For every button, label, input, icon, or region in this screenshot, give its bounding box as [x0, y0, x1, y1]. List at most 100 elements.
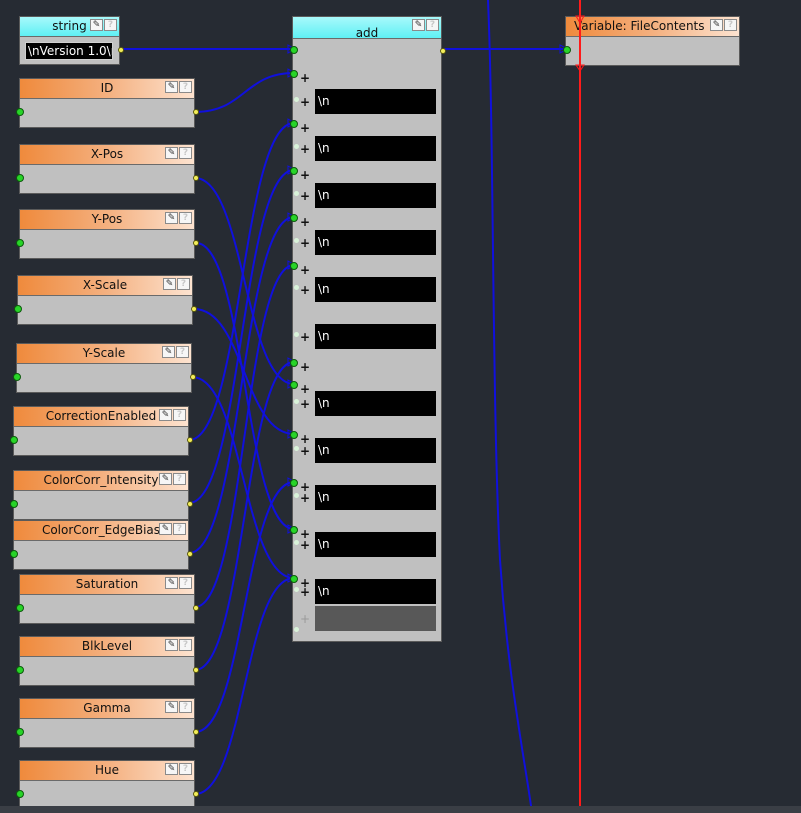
pencil-edit-icon[interactable]: ✎	[412, 19, 425, 31]
param-output-port[interactable]	[193, 240, 199, 246]
add-string-field[interactable]: \n	[315, 438, 436, 463]
param-input-port[interactable]	[16, 604, 24, 612]
param-node-saturation[interactable]: Saturation ✎?	[16, 574, 199, 624]
add-string-field[interactable]: \n	[315, 277, 436, 302]
pencil-edit-icon[interactable]: ✎	[159, 409, 172, 421]
param-node-header[interactable]: Y-Scale ✎?	[17, 344, 191, 364]
add-string-field[interactable]: \n	[315, 391, 436, 416]
param-output-port[interactable]	[193, 605, 199, 611]
help-icon[interactable]: ?	[173, 523, 186, 535]
pencil-edit-icon[interactable]: ✎	[162, 346, 175, 358]
add-string-field[interactable]: \n	[315, 324, 436, 349]
param-node-correction-enabled[interactable]: CorrectionEnabled ✎?	[10, 406, 193, 456]
param-input-port[interactable]	[16, 728, 24, 736]
add-input-port[interactable]	[290, 359, 298, 367]
param-node-header[interactable]: X-Scale ✎?	[18, 276, 192, 296]
help-icon[interactable]: ?	[179, 212, 192, 224]
pencil-edit-icon[interactable]: ✎	[159, 473, 172, 485]
variable-filecontents-node[interactable]: Variable: FileContents ✎ ?	[563, 16, 740, 66]
add-input-port[interactable]	[290, 479, 298, 487]
param-node-header[interactable]: BlkLevel ✎?	[20, 637, 194, 657]
param-output-port[interactable]	[193, 791, 199, 797]
pencil-edit-icon[interactable]: ✎	[165, 763, 178, 775]
param-input-port[interactable]	[16, 666, 24, 674]
param-node-header[interactable]: CorrectionEnabled ✎?	[14, 407, 188, 427]
param-node-hue[interactable]: Hue ✎?	[16, 760, 199, 810]
param-output-port[interactable]	[187, 551, 193, 557]
help-icon[interactable]: ?	[179, 81, 192, 93]
add-string-field[interactable]: \n	[315, 230, 436, 255]
variable-node-header[interactable]: Variable: FileContents ✎ ?	[566, 17, 739, 37]
add-node[interactable]: add ✎ ? + + + + + + + + + + + \n + \n + \n + \n + \n + \n + \n +…	[290, 16, 446, 642]
param-output-port[interactable]	[193, 175, 199, 181]
help-icon[interactable]: ?	[179, 763, 192, 775]
help-icon[interactable]: ?	[179, 639, 192, 651]
param-input-port[interactable]	[16, 174, 24, 182]
help-icon[interactable]: ?	[179, 577, 192, 589]
help-icon[interactable]: ?	[724, 19, 737, 31]
pencil-edit-icon[interactable]: ✎	[159, 523, 172, 535]
string-value-field[interactable]: \nVersion 1.0\n	[25, 42, 113, 60]
help-icon[interactable]: ?	[104, 19, 117, 31]
add-input-port[interactable]	[290, 431, 298, 439]
param-node-x-scale[interactable]: X-Scale ✎?	[14, 275, 197, 325]
param-node-header[interactable]: ColorCorr_Intensity ✎?	[14, 471, 188, 491]
canvas-bottom-scrollbar[interactable]	[0, 806, 801, 813]
param-node-y-pos[interactable]: Y-Pos ✎?	[16, 209, 199, 259]
add-string-field[interactable]: \n	[315, 579, 436, 604]
add-input-port[interactable]	[290, 526, 298, 534]
add-string-field[interactable]: \n	[315, 485, 436, 510]
param-output-port[interactable]	[193, 729, 199, 735]
param-node-gamma[interactable]: Gamma ✎?	[16, 698, 199, 748]
help-icon[interactable]: ?	[177, 278, 190, 290]
add-string-field[interactable]: \n	[315, 136, 436, 161]
help-icon[interactable]: ?	[426, 19, 439, 31]
param-input-port[interactable]	[16, 108, 24, 116]
param-node-y-scale[interactable]: Y-Scale ✎?	[13, 343, 196, 393]
add-output-port[interactable]	[440, 48, 446, 54]
pencil-edit-icon[interactable]: ✎	[165, 81, 178, 93]
add-string-field[interactable]: \n	[315, 89, 436, 114]
param-output-port[interactable]	[190, 374, 196, 380]
param-node-x-pos[interactable]: X-Pos ✎?	[16, 144, 199, 194]
pencil-edit-icon[interactable]: ✎	[165, 147, 178, 159]
add-input-port[interactable]	[290, 575, 298, 583]
add-string-field[interactable]: \n	[315, 183, 436, 208]
help-icon[interactable]: ?	[179, 147, 192, 159]
help-icon[interactable]: ?	[173, 409, 186, 421]
add-string-field[interactable]: \n	[315, 532, 436, 557]
param-output-port[interactable]	[193, 109, 199, 115]
add-empty-field[interactable]	[315, 606, 436, 631]
param-input-port[interactable]	[16, 239, 24, 247]
add-input-port[interactable]	[290, 262, 298, 270]
pencil-edit-icon[interactable]: ✎	[165, 212, 178, 224]
add-node-header[interactable]: add ✎ ?	[293, 17, 441, 40]
help-icon[interactable]: ?	[176, 346, 189, 358]
param-node-colorcorr-edgebias[interactable]: ColorCorr_EdgeBias ✎?	[10, 520, 193, 570]
param-output-port[interactable]	[191, 306, 197, 312]
param-output-port[interactable]	[193, 667, 199, 673]
pencil-edit-icon[interactable]: ✎	[710, 19, 723, 31]
param-output-port[interactable]	[187, 437, 193, 443]
param-input-port[interactable]	[10, 500, 18, 508]
param-input-port[interactable]	[10, 436, 18, 444]
param-node-colorcorr-intensity[interactable]: ColorCorr_Intensity ✎?	[10, 470, 193, 520]
add-input-port[interactable]	[290, 214, 298, 222]
param-node-header[interactable]: ID ✎?	[20, 79, 194, 99]
add-input-port[interactable]	[290, 70, 298, 78]
param-output-port[interactable]	[187, 501, 193, 507]
pencil-edit-icon[interactable]: ✎	[90, 19, 103, 31]
param-input-port[interactable]	[14, 305, 22, 313]
param-input-port[interactable]	[10, 550, 18, 558]
help-icon[interactable]: ?	[179, 701, 192, 713]
param-node-header[interactable]: ColorCorr_EdgeBias ✎?	[14, 521, 188, 541]
pencil-edit-icon[interactable]: ✎	[165, 577, 178, 589]
param-node-blklevel[interactable]: BlkLevel ✎?	[16, 636, 199, 686]
string-output-port[interactable]	[118, 47, 124, 53]
string-node[interactable]: string ✎ ? \nVersion 1.0\n	[19, 16, 124, 65]
param-node-header[interactable]: Hue ✎?	[20, 761, 194, 781]
param-node-header[interactable]: Gamma ✎?	[20, 699, 194, 719]
add-input-port[interactable]	[290, 120, 298, 128]
add-input-port[interactable]	[290, 46, 298, 54]
param-node-id[interactable]: ID ✎?	[16, 78, 199, 128]
